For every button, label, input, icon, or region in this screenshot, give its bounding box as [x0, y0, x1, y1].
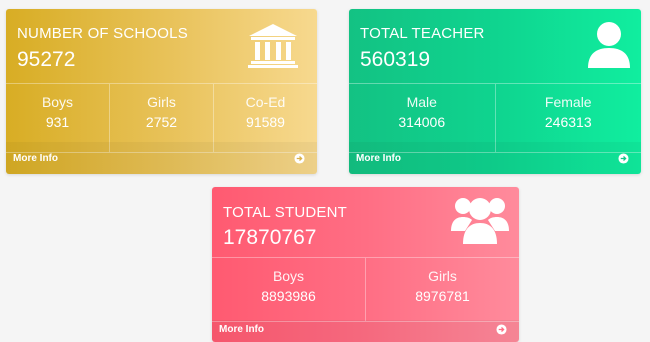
- stat-label: Co-Ed: [245, 94, 286, 110]
- schools-card: NUMBER OF SCHOOLS 95272 Boys 931 Girls 2…: [6, 9, 317, 174]
- teacher-card: TOTAL TEACHER 560319 Male 314006 Female …: [349, 9, 641, 174]
- stat-label: Boys: [41, 94, 74, 110]
- stat-label: Girls: [147, 94, 176, 110]
- card-total: 95272: [17, 48, 76, 71]
- stat-label: Boys: [272, 268, 305, 284]
- more-info-link[interactable]: More Info: [349, 142, 641, 174]
- stat-label: Girls: [428, 268, 457, 284]
- card-total: 17870767: [223, 226, 317, 249]
- more-info-label[interactable]: More Info: [356, 153, 401, 164]
- card-title: TOTAL TEACHER: [360, 25, 485, 42]
- more-info-link[interactable]: More Info: [212, 320, 519, 342]
- card-title: TOTAL STUDENT: [223, 204, 347, 221]
- student-card: TOTAL STUDENT 17870767 Boys 8893986 Girl…: [212, 187, 519, 342]
- arrow-circle-right-icon[interactable]: [618, 152, 629, 164]
- stat-value: 91589: [246, 114, 285, 130]
- stat-value: 246313: [544, 114, 592, 130]
- stats-row: Boys 8893986 Girls 8976781: [212, 257, 519, 322]
- stat-value: 8976781: [415, 288, 470, 304]
- users-group-icon: [451, 198, 509, 244]
- stat-label: Male: [406, 94, 437, 110]
- more-info-label[interactable]: More Info: [219, 324, 264, 335]
- stat-label: Female: [544, 94, 592, 110]
- card-title: NUMBER OF SCHOOLS: [17, 25, 188, 42]
- stat-girls: Girls 8976781: [365, 258, 519, 321]
- stat-boys: Boys 8893986: [212, 258, 365, 321]
- more-info-link[interactable]: More Info: [6, 142, 317, 174]
- stat-value: 2752: [145, 114, 178, 130]
- arrow-circle-right-icon[interactable]: [496, 324, 507, 335]
- more-info-label[interactable]: More Info: [13, 153, 58, 164]
- stat-value: 314006: [398, 114, 446, 130]
- institution-icon: [248, 24, 298, 68]
- user-icon: [588, 22, 630, 68]
- card-total: 560319: [360, 48, 431, 71]
- stat-value: 8893986: [261, 288, 316, 304]
- stat-value: 931: [45, 114, 70, 130]
- arrow-circle-right-icon[interactable]: [294, 152, 305, 164]
